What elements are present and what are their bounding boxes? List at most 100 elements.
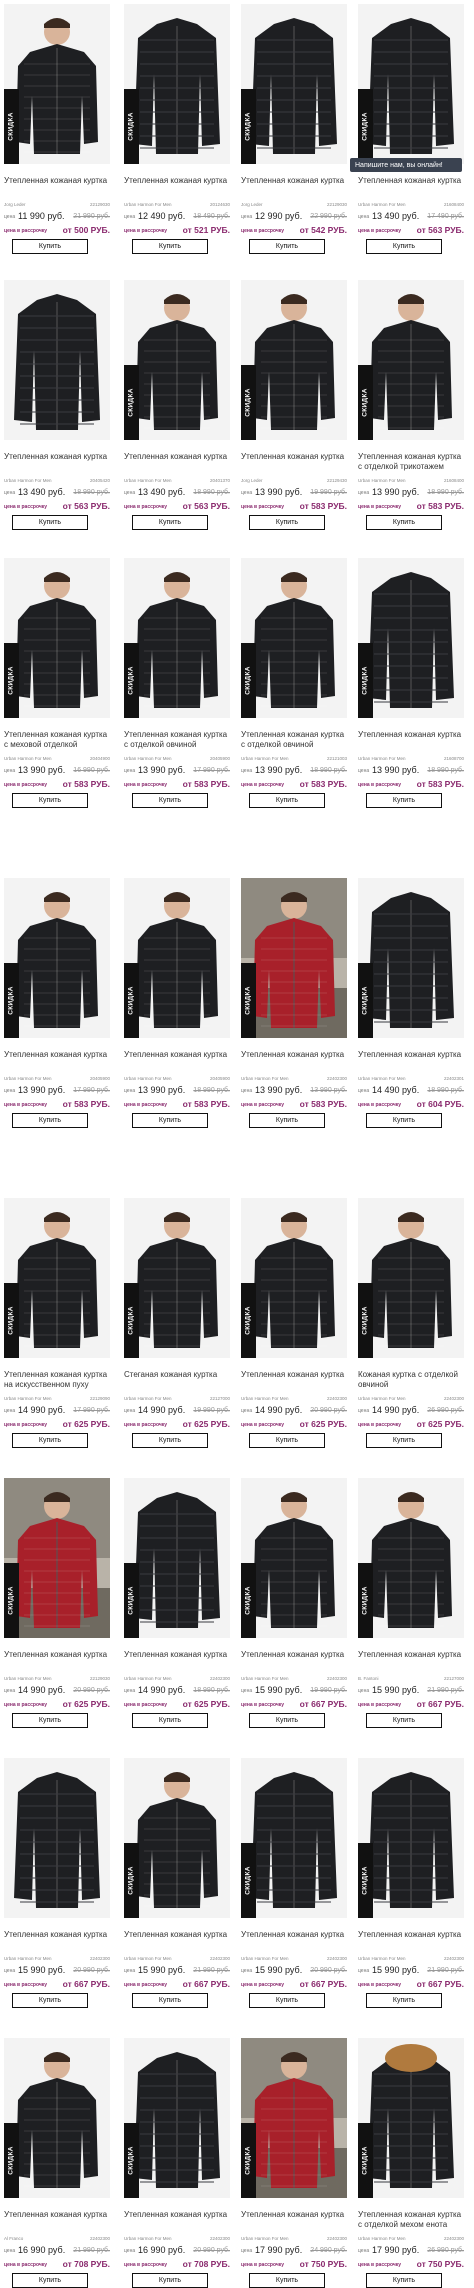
product-photo[interactable] <box>124 2038 230 2198</box>
product-title[interactable]: Утепленная кожаная куртка <box>4 1050 110 1060</box>
product-photo[interactable] <box>4 1758 110 1918</box>
product-photo[interactable] <box>124 280 230 440</box>
buy-button[interactable]: Купить <box>132 1713 208 1728</box>
product-title[interactable]: Утепленная кожаная куртка <box>241 1370 347 1380</box>
buy-button[interactable]: Купить <box>132 1993 208 2008</box>
buy-button[interactable]: Купить <box>12 1433 88 1448</box>
buy-button[interactable]: Купить <box>249 239 325 254</box>
buy-button[interactable]: Купить <box>12 1113 88 1128</box>
product-title[interactable]: Утепленная кожаная куртка <box>358 1930 464 1940</box>
product-photo[interactable] <box>241 280 347 440</box>
buy-button[interactable]: Купить <box>366 239 442 254</box>
buy-button[interactable]: Купить <box>132 239 208 254</box>
product-photo[interactable] <box>241 1758 347 1918</box>
product-title[interactable]: Утепленная кожаная куртка с отделкой мех… <box>358 2210 464 2229</box>
product-photo[interactable] <box>124 1758 230 1918</box>
product-title[interactable]: Утепленная кожаная куртка <box>124 1930 230 1940</box>
product-title[interactable]: Утепленная кожаная куртка с отделкой овч… <box>124 730 230 749</box>
buy-button[interactable]: Купить <box>132 1433 208 1448</box>
buy-button[interactable]: Купить <box>12 239 88 254</box>
product-photo[interactable] <box>4 1478 110 1638</box>
product-photo[interactable] <box>241 4 347 164</box>
product-title[interactable]: Кожаная куртка с отделкой овчиной <box>358 1370 464 1389</box>
product-photo[interactable] <box>358 1758 464 1918</box>
buy-button[interactable]: Купить <box>366 1713 442 1728</box>
buy-button[interactable]: Купить <box>12 793 88 808</box>
product-photo[interactable] <box>241 2038 347 2198</box>
buy-button[interactable]: Купить <box>132 1113 208 1128</box>
product-photo[interactable] <box>4 558 110 718</box>
product-photo[interactable] <box>358 558 464 718</box>
buy-button[interactable]: Купить <box>366 1113 442 1128</box>
product-photo[interactable] <box>358 280 464 440</box>
product-photo[interactable] <box>4 2038 110 2198</box>
product-title[interactable]: Утепленная кожаная куртка <box>4 176 110 186</box>
sale-badge-label: СКИДКА <box>362 1866 369 1895</box>
product-title[interactable]: Утепленная кожаная куртка <box>124 452 230 462</box>
product-photo[interactable] <box>124 558 230 718</box>
buy-button[interactable]: Купить <box>12 1713 88 1728</box>
product-title[interactable]: Утепленная кожаная куртка <box>241 176 347 186</box>
product-photo[interactable] <box>358 1478 464 1638</box>
product-title[interactable]: Утепленная кожаная куртка <box>241 2210 347 2220</box>
product-title[interactable]: Утепленная кожаная куртка <box>358 176 464 186</box>
product-photo[interactable] <box>358 4 464 164</box>
installment-row: цена в рассрочку от 563 РУБ. <box>358 225 464 237</box>
product-photo[interactable] <box>124 878 230 1038</box>
buy-button[interactable]: Купить <box>366 793 442 808</box>
buy-button[interactable]: Купить <box>366 1433 442 1448</box>
chat-widget-button[interactable]: Напишите нам, вы онлайн! <box>350 158 462 172</box>
product-title[interactable]: Утепленная кожаная куртка <box>241 1650 347 1660</box>
product-title[interactable]: Утепленная кожаная куртка <box>4 1650 110 1660</box>
product-title[interactable]: Утепленная кожаная куртка <box>241 452 347 462</box>
buy-button[interactable]: Купить <box>366 2273 442 2288</box>
product-title[interactable]: Утепленная кожаная куртка на искусственн… <box>4 1370 110 1389</box>
buy-button[interactable]: Купить <box>132 793 208 808</box>
product-photo[interactable] <box>241 1478 347 1638</box>
product-photo[interactable] <box>124 1198 230 1358</box>
buy-button[interactable]: Купить <box>249 1713 325 1728</box>
product-title[interactable]: Утепленная кожаная куртка <box>241 1050 347 1060</box>
product-title[interactable]: Утепленная кожаная куртка с отделкой три… <box>358 452 464 471</box>
product-title[interactable]: Утепленная кожаная куртка <box>124 176 230 186</box>
product-photo[interactable] <box>241 558 347 718</box>
product-title[interactable]: Утепленная кожаная куртка <box>358 730 464 740</box>
buy-button[interactable]: Купить <box>366 1993 442 2008</box>
product-photo[interactable] <box>124 1478 230 1638</box>
product-photo[interactable] <box>4 878 110 1038</box>
product-title[interactable]: Утепленная кожаная куртка <box>4 1930 110 1940</box>
buy-button[interactable]: Купить <box>249 1993 325 2008</box>
product-photo[interactable] <box>4 280 110 440</box>
buy-button[interactable]: Купить <box>366 515 442 530</box>
buy-button[interactable]: Купить <box>12 515 88 530</box>
product-photo[interactable] <box>241 878 347 1038</box>
product-photo[interactable] <box>241 1198 347 1358</box>
product-title[interactable]: Утепленная кожаная куртка <box>358 1050 464 1060</box>
product-photo[interactable] <box>124 4 230 164</box>
buy-button[interactable]: Купить <box>249 1113 325 1128</box>
buy-button[interactable]: Купить <box>249 1433 325 1448</box>
product-photo[interactable] <box>4 1198 110 1358</box>
buy-button[interactable]: Купить <box>249 793 325 808</box>
buy-button[interactable]: Купить <box>12 2273 88 2288</box>
product-title[interactable]: Утепленная кожаная куртка <box>124 2210 230 2220</box>
product-photo[interactable] <box>358 2038 464 2198</box>
product-title[interactable]: Утепленная кожаная куртка <box>124 1050 230 1060</box>
product-title[interactable]: Стеганая кожаная куртка <box>124 1370 230 1380</box>
buy-button[interactable]: Купить <box>249 515 325 530</box>
product-title[interactable]: Утепленная кожаная куртка с меховой отде… <box>4 730 110 749</box>
buy-button[interactable]: Купить <box>12 1993 88 2008</box>
product-title[interactable]: Утепленная кожаная куртка <box>358 1650 464 1660</box>
product-title[interactable]: Утепленная кожаная куртка <box>124 1650 230 1660</box>
product-title[interactable]: Утепленная кожаная куртка <box>4 2210 110 2220</box>
product-title[interactable]: Утепленная кожаная куртка <box>4 452 110 462</box>
buy-button[interactable]: Купить <box>249 2273 325 2288</box>
buy-button[interactable]: Купить <box>132 515 208 530</box>
sale-badge: СКИДКА <box>358 1843 373 1918</box>
buy-button[interactable]: Купить <box>132 2273 208 2288</box>
product-photo[interactable] <box>358 1198 464 1358</box>
product-title[interactable]: Утепленная кожаная куртка <box>241 1930 347 1940</box>
product-photo[interactable] <box>358 878 464 1038</box>
product-photo[interactable] <box>4 4 110 164</box>
product-title[interactable]: Утепленная кожаная куртка с отделкой овч… <box>241 730 347 749</box>
